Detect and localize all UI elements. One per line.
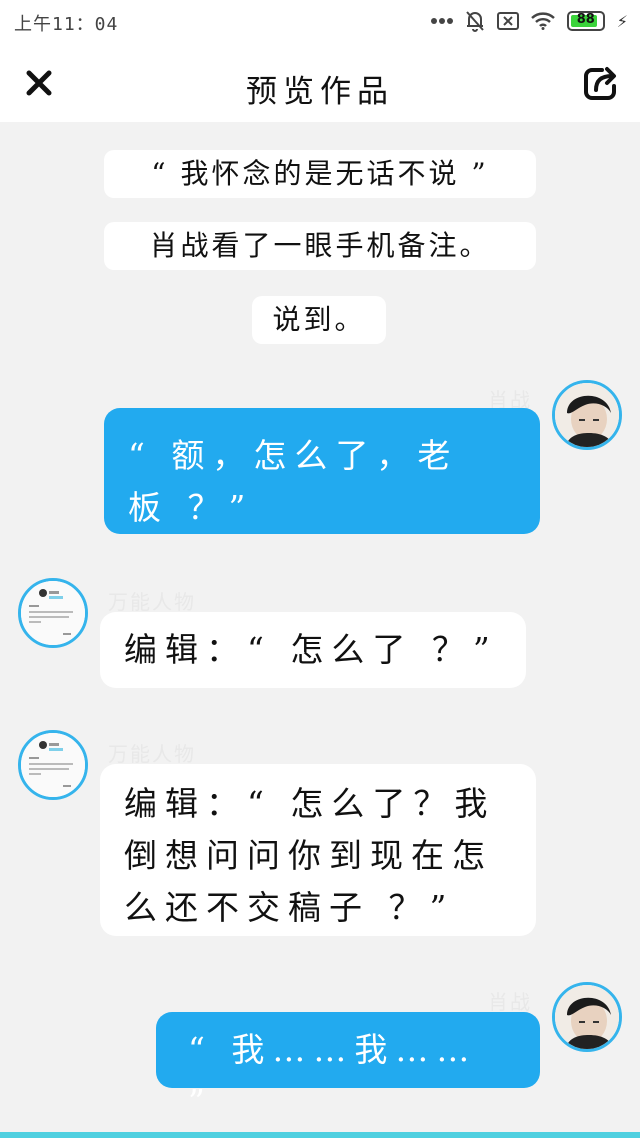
message-line: 编辑：“ 怎么了 ？” bbox=[124, 630, 498, 669]
status-icons: 88 ⚡ bbox=[430, 10, 628, 32]
no-sim-icon bbox=[496, 12, 519, 30]
message-bubble: 编辑：“ 怎么了？我 倒想问问你到现在怎 么还不交稿子 ？” bbox=[100, 764, 536, 936]
avatar-photo bbox=[555, 383, 619, 447]
avatar-screenshot bbox=[21, 581, 85, 645]
status-bar: 上午11：04 88 ⚡ bbox=[0, 0, 640, 46]
avatar-screenshot bbox=[21, 733, 85, 797]
battery-level: 88 bbox=[576, 12, 595, 27]
page-title: 预览作品 bbox=[246, 74, 394, 110]
message-line: 么还不交稿子 ？” bbox=[124, 888, 455, 927]
battery-icon: 88 bbox=[566, 11, 605, 31]
message-bubble: “ 额，怎么了，老 板 ？” bbox=[104, 408, 540, 534]
message-bubble: 编辑：“ 怎么了 ？” bbox=[100, 612, 526, 688]
message-line: 板 ？” bbox=[128, 488, 254, 527]
top-bar: 预览作品 bbox=[0, 46, 640, 122]
narration-box: “ 我怀念的是无话不说 ” bbox=[104, 150, 536, 198]
narration-box: 肖战看了一眼手机备注。 bbox=[104, 222, 536, 270]
message-bubble: “ 我……我…… ” bbox=[156, 1012, 540, 1121]
avatar[interactable] bbox=[552, 982, 622, 1052]
message-line: 倒想问问你到现在怎 bbox=[124, 836, 493, 875]
status-time: 上午11：04 bbox=[14, 14, 119, 35]
speaker-name: 肖战 bbox=[488, 990, 532, 1014]
avatar[interactable] bbox=[18, 730, 88, 800]
speaker-name: 万能人物 bbox=[108, 742, 196, 766]
more-dots-icon bbox=[430, 17, 453, 25]
message-line: 编辑：“ 怎么了？我 bbox=[124, 784, 496, 823]
message-line: “ 额，怎么了，老 bbox=[128, 436, 459, 475]
bottom-accent-bar bbox=[0, 1132, 640, 1138]
avatar-photo bbox=[555, 985, 619, 1049]
avatar[interactable] bbox=[552, 380, 622, 450]
narration-box: 说到。 bbox=[252, 296, 386, 344]
avatar[interactable] bbox=[18, 578, 88, 648]
share-button[interactable] bbox=[582, 64, 620, 102]
mute-bell-icon bbox=[465, 10, 485, 32]
speaker-name: 万能人物 bbox=[108, 590, 196, 614]
share-icon bbox=[584, 67, 616, 100]
wifi-icon bbox=[530, 12, 555, 30]
charging-bolt-icon: ⚡ bbox=[616, 11, 628, 31]
message-line: “ 我……我…… ” bbox=[188, 1030, 478, 1121]
